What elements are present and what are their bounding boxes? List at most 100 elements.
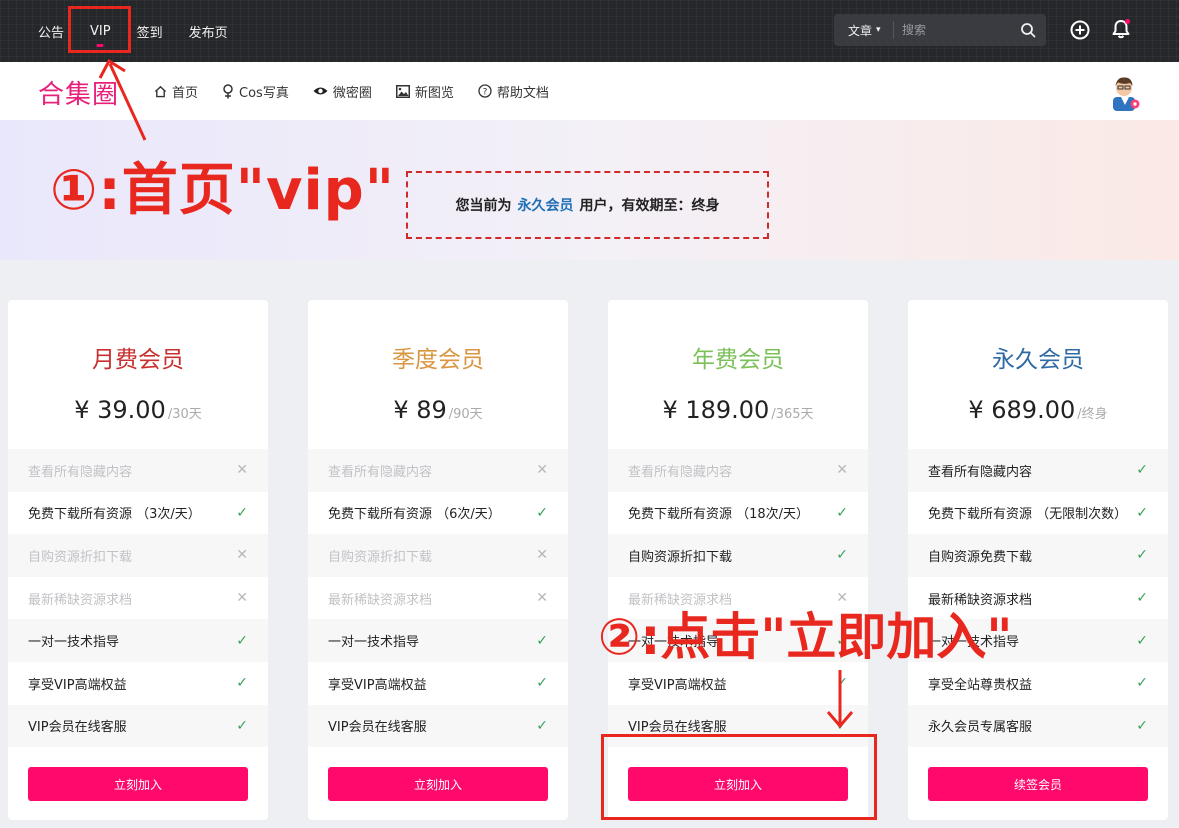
feature-label: 一对一技术指导: [328, 635, 420, 651]
feature-label: 自购资源折扣下载: [28, 549, 133, 565]
nav-item-label: Cos写真: [239, 85, 289, 101]
plan-title: 永久会员: [992, 347, 1084, 373]
feature-label: 自购资源折扣下载: [628, 549, 733, 565]
check-icon: ✓: [236, 675, 248, 692]
feature-row: 一对一技术指导 ✓: [308, 619, 568, 662]
price-value: ¥ 39.00: [74, 396, 166, 424]
feature-row: 最新稀缺资源求档 ✕: [8, 577, 268, 620]
check-icon: ✓: [1136, 717, 1148, 734]
status-suffix: 用户，有效期至：终身: [579, 198, 720, 214]
join-button-monthly[interactable]: 立刻加入: [28, 767, 248, 801]
feature-label: 一对一技术指导: [28, 635, 120, 651]
plan-card-quarterly: 季度会员 ¥ 89/90天 查看所有隐藏内容 ✕ 免费下载所有资源 （6次/天） ✓…: [308, 300, 568, 820]
check-icon: ✓: [1136, 462, 1148, 479]
feature-row: 自购资源折扣下载 ✕: [8, 534, 268, 577]
cross-icon: ✕: [536, 462, 548, 479]
cross-icon: ✕: [836, 462, 848, 479]
image-icon: [395, 84, 410, 98]
check-icon: ✓: [1136, 547, 1148, 564]
price-value: ¥ 89: [393, 396, 447, 424]
feature-row: 自购资源免费下载 ✓: [908, 534, 1168, 577]
feature-label: 最新稀缺资源求档: [328, 592, 433, 608]
plan-title: 季度会员: [392, 347, 484, 373]
feature-row: 查看所有隐藏内容 ✕: [8, 449, 268, 492]
main-nav: 首页 Cos写真 微密圈 新图览 ? 帮助文档: [154, 62, 573, 120]
feature-label: 免费下载所有资源 （6次/天）: [328, 507, 501, 523]
feature-row: 查看所有隐藏内容 ✕: [308, 449, 568, 492]
status-prefix: 您当前为: [455, 198, 512, 214]
feature-label: 查看所有隐藏内容: [928, 464, 1033, 480]
nav-item-circle[interactable]: 微密圈: [313, 82, 372, 101]
feature-row: 免费下载所有资源 （无限制次数） ✓: [908, 492, 1168, 535]
check-icon: ✓: [1136, 632, 1148, 649]
nav-item-label: 微密圈: [332, 85, 372, 101]
feature-label: VIP会员在线客服: [28, 720, 127, 736]
annotation-step-2: ②:点击"立即加入": [598, 608, 1013, 666]
feature-label: VIP会员在线客服: [628, 720, 727, 736]
feature-label: 享受VIP高端权益: [328, 677, 427, 693]
check-icon: ✓: [536, 675, 548, 692]
feature-row: VIP会员在线客服 ✓: [8, 704, 268, 748]
plan-price: ¥ 39.00/30天: [8, 396, 268, 424]
feature-row: 永久会员专属客服 ✓: [908, 704, 1168, 748]
check-icon: ✓: [536, 504, 548, 521]
female-icon: [223, 83, 233, 98]
nav-item-home[interactable]: 首页: [154, 82, 198, 101]
top-nav-announcement[interactable]: 公告: [38, 22, 64, 41]
feature-label: 免费下载所有资源 （18次/天）: [628, 507, 810, 523]
feature-label: 查看所有隐藏内容: [628, 464, 733, 480]
main-header: 合集圈 首页 Cos写真 微密圈 新图览 ? 帮助文档: [0, 62, 1179, 120]
plan-card-monthly: 月费会员 ¥ 39.00/30天 查看所有隐藏内容 ✕ 免费下载所有资源 （3次/…: [8, 300, 268, 820]
annotation-arrow-down-icon: [826, 670, 854, 729]
feature-label: 享受VIP高端权益: [28, 677, 127, 693]
check-icon: ✓: [1136, 504, 1148, 521]
cross-icon: ✕: [236, 590, 248, 607]
check-icon: ✓: [236, 717, 248, 734]
check-icon: ✓: [536, 717, 548, 734]
check-icon: ✓: [836, 547, 848, 564]
feature-row: 自购资源折扣下载 ✓: [608, 534, 868, 577]
plus-circle-icon[interactable]: [1070, 20, 1090, 40]
check-icon: ✓: [1136, 590, 1148, 607]
search-category-select[interactable]: 文章 ▾: [834, 21, 894, 39]
help-icon: ?: [478, 84, 492, 98]
membership-status: 您当前为 永久会员 用户，有效期至：终身: [406, 171, 769, 239]
feature-row: 免费下载所有资源 （3次/天） ✓: [8, 492, 268, 535]
top-nav-checkin[interactable]: 签到: [137, 22, 163, 41]
join-button-quarterly[interactable]: 立刻加入: [328, 767, 548, 801]
feature-list: 查看所有隐藏内容 ✕ 免费下载所有资源 （3次/天） ✓ 自购资源折扣下载 ✕ 最新稀…: [8, 449, 268, 748]
plan-price: ¥ 689.00/终身: [908, 396, 1168, 424]
feature-label: 免费下载所有资源 （无限制次数）: [928, 507, 1128, 523]
feature-label: 查看所有隐藏内容: [28, 464, 133, 480]
annotation-step-1: ①:首页"vip": [50, 158, 395, 223]
check-icon: ✓: [536, 632, 548, 649]
cross-icon: ✕: [236, 462, 248, 479]
feature-label: 查看所有隐藏内容: [328, 464, 433, 480]
annotation-vip-frame: [68, 6, 131, 53]
search-input[interactable]: [902, 23, 1012, 37]
plan-price: ¥ 89/90天: [308, 396, 568, 424]
feature-row: 查看所有隐藏内容 ✓: [908, 449, 1168, 492]
feature-list: 查看所有隐藏内容 ✕ 免费下载所有资源 （6次/天） ✓ 自购资源折扣下载 ✕ 最新稀…: [308, 449, 568, 748]
price-period: /终身: [1077, 407, 1108, 422]
feature-label: 免费下载所有资源 （3次/天）: [28, 507, 201, 523]
search-icon[interactable]: [1020, 22, 1036, 38]
nav-item-cos[interactable]: Cos写真: [222, 82, 289, 101]
cross-icon: ✕: [236, 547, 248, 564]
bell-icon[interactable]: [1110, 18, 1132, 40]
cross-icon: ✕: [536, 547, 548, 564]
nav-item-label: 首页: [172, 85, 199, 101]
nav-item-images[interactable]: 新图览: [395, 82, 454, 101]
search-box: 文章 ▾: [834, 14, 1046, 46]
nav-item-help[interactable]: ? 帮助文档: [478, 82, 549, 101]
feature-row: 最新稀缺资源求档 ✕: [308, 577, 568, 620]
renew-button-lifetime[interactable]: 续签会员: [928, 767, 1148, 801]
annotation-button-frame: [601, 734, 877, 820]
plan-card-lifetime: 永久会员 ¥ 689.00/终身 查看所有隐藏内容 ✓ 免费下载所有资源 （无限制…: [908, 300, 1168, 820]
avatar[interactable]: [1108, 73, 1142, 111]
status-level: 永久会员: [517, 198, 574, 214]
top-bar: 公告 VIP 签到 发布页 文章 ▾: [0, 0, 1179, 62]
feature-row: 享受VIP高端权益 ✓: [308, 662, 568, 705]
top-nav-publish[interactable]: 发布页: [189, 22, 228, 41]
price-value: ¥ 689.00: [968, 396, 1076, 424]
